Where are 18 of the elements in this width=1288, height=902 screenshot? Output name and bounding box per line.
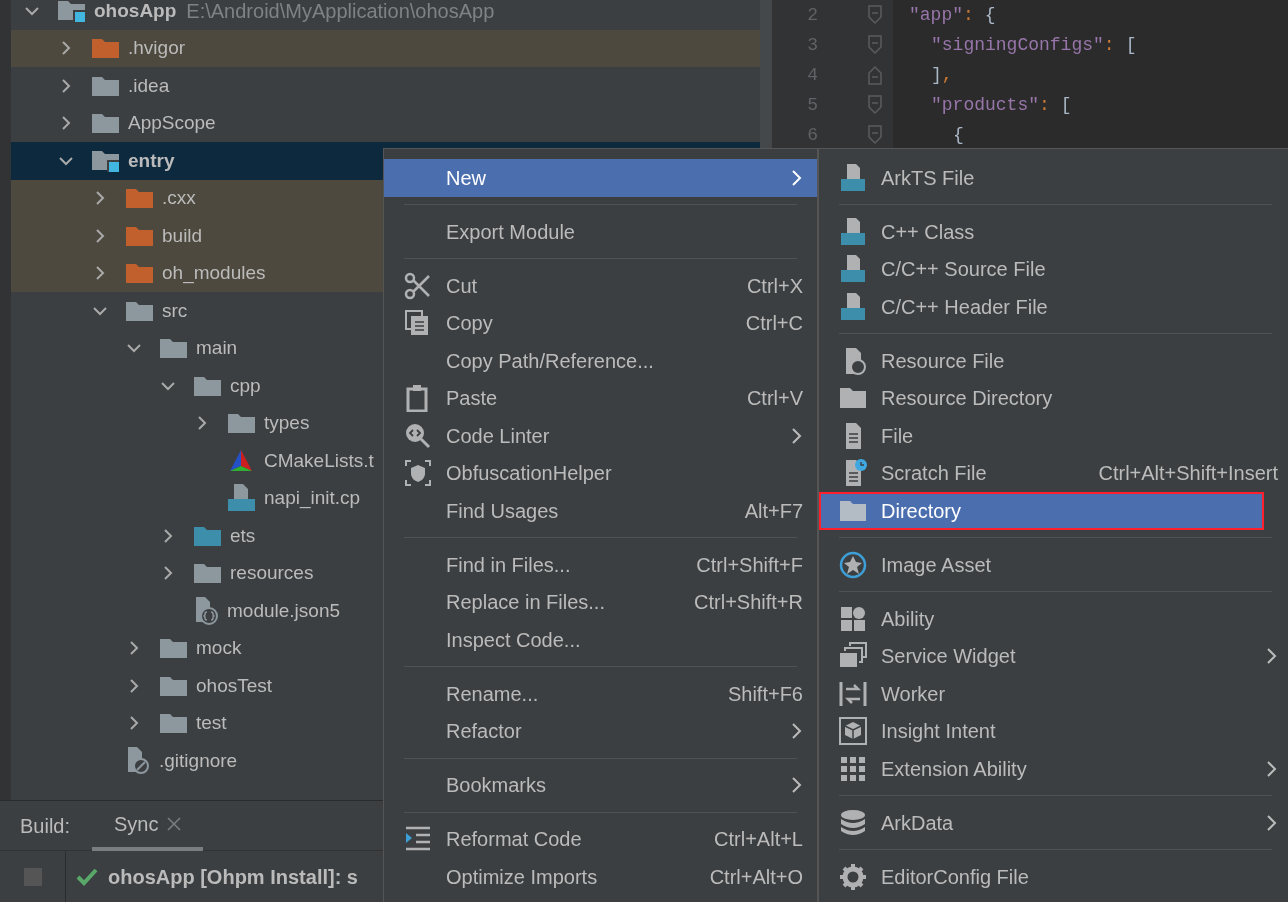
status-message: ohosApp [Ohpm Install]: s	[108, 864, 358, 890]
shortcut-label: Ctrl+Alt+O	[709, 864, 803, 890]
code-line: ],	[930, 63, 954, 87]
project-path: E:\Android\MyApplication\ohosApp	[186, 0, 495, 24]
shortcut-label: Ctrl+X	[746, 273, 803, 299]
code-line: "app": {	[909, 3, 997, 27]
panel-label: Build:	[20, 813, 71, 839]
code-line: {	[952, 123, 965, 147]
shortcut-label: Alt+F7	[744, 498, 803, 524]
shortcut-label: Ctrl+Alt+L	[714, 827, 803, 853]
shortcut-label: Ctrl+Alt+Shift+Insert	[1098, 461, 1278, 487]
shortcut-label: Ctrl+Shift+R	[694, 590, 803, 616]
code-line: "signingConfigs": [	[930, 33, 1138, 57]
shortcut-label: Ctrl+C	[745, 311, 803, 337]
shortcut-label: Ctrl+Shift+F	[696, 552, 803, 578]
shortcut-label: Shift+F6	[727, 681, 803, 707]
code-line: "products": [	[930, 93, 1073, 117]
shortcut-label: Ctrl+V	[746, 386, 803, 412]
